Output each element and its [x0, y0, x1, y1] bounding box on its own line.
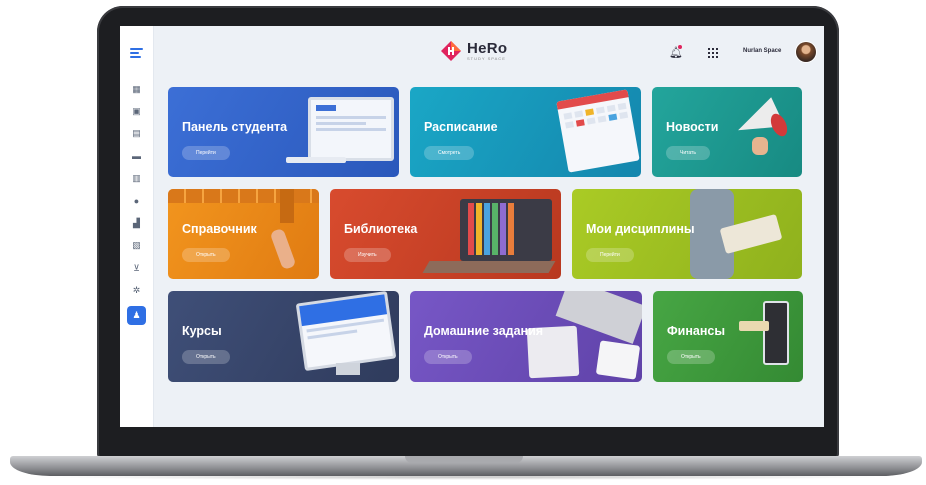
laptop-notch — [405, 456, 523, 463]
card-my-disciplines[interactable]: Мои дисциплины Перейти — [572, 189, 802, 279]
card-hand-illustration — [739, 321, 769, 331]
card-reference[interactable]: Справочник Открыть — [168, 189, 319, 279]
card-title: Справочник — [182, 222, 257, 236]
user-name[interactable]: Nurlan Space — [743, 48, 781, 54]
card-button[interactable]: Открыть — [182, 248, 230, 262]
card-title: Библиотека — [344, 222, 418, 236]
logo[interactable]: HeRo STUDY SPACE — [440, 40, 507, 62]
card-button[interactable]: Перейти — [586, 248, 634, 262]
card-button[interactable]: Открыть — [182, 350, 230, 364]
card-button[interactable]: Открыть — [424, 350, 472, 364]
profile-icon[interactable]: ♟ — [127, 306, 146, 325]
stats-icon[interactable]: ▟ — [130, 217, 143, 230]
dashboard-icon[interactable]: ▦ — [130, 83, 143, 96]
logo-title: HeRo — [467, 40, 508, 57]
hand-illustration — [752, 137, 768, 155]
binder-illustration — [280, 189, 294, 223]
card-title: Домашние задания — [424, 324, 544, 338]
book-icon[interactable]: ▬ — [130, 149, 143, 162]
app-screen: ▦ ▣ ▤ ▬ ▥ ● ▟ ▧ ⊻ ✲ ♟ HeRo STUDY SPACE 🔔… — [120, 26, 824, 427]
card-button[interactable]: Открыть — [667, 350, 715, 364]
card-title: Мои дисциплины — [586, 222, 695, 236]
top-bar: HeRo STUDY SPACE 🔔︎ Nurlan Space — [153, 26, 824, 82]
hand-illustration — [269, 227, 297, 271]
card-title: Новости — [666, 120, 719, 134]
laptop-illustration — [460, 199, 552, 261]
card-button[interactable]: Читать — [666, 146, 710, 160]
logo-subtitle: STUDY SPACE — [467, 56, 506, 61]
card-button[interactable]: Изучить — [344, 248, 391, 262]
monitor-illustration — [308, 97, 394, 161]
card-button[interactable]: Перейти — [182, 146, 230, 160]
card-title: Финансы — [667, 324, 726, 338]
keyboard-illustration — [286, 157, 346, 163]
card-library[interactable]: Библиотека Изучить — [330, 189, 561, 279]
card-title: Панель студента — [182, 120, 288, 134]
card-title: Расписание — [424, 120, 498, 134]
avatar[interactable] — [796, 42, 816, 62]
menu-icon[interactable] — [130, 48, 143, 58]
apps-grid-icon[interactable] — [708, 48, 718, 58]
notification-dot — [678, 45, 682, 49]
course-icon[interactable]: ● — [130, 194, 143, 207]
monitor-illustration — [763, 301, 789, 365]
cart-icon[interactable]: ⊻ — [130, 262, 143, 275]
card-schedule[interactable]: Расписание Смотреть — [410, 87, 641, 177]
card-homework[interactable]: Домашние задания Открыть — [410, 291, 642, 382]
logo-mark-icon — [440, 40, 462, 62]
keyboard-illustration — [422, 261, 556, 273]
news-icon[interactable]: ▤ — [130, 127, 143, 140]
calendar-illustration — [556, 89, 640, 173]
megaphone-bell-illustration — [767, 111, 791, 139]
library-icon[interactable]: ▥ — [130, 172, 143, 185]
paper-illustration — [595, 340, 641, 380]
monitor-stand-illustration — [336, 363, 360, 375]
card-student-panel[interactable]: Панель студента Перейти — [168, 87, 399, 177]
sidebar: ▦ ▣ ▤ ▬ ▥ ● ▟ ▧ ⊻ ✲ ♟ — [120, 26, 154, 427]
shelf-illustration — [168, 189, 319, 203]
monitor-illustration — [295, 291, 397, 372]
folder-icon[interactable]: ▧ — [130, 239, 143, 252]
card-finance[interactable]: Финансы Открыть — [653, 291, 803, 382]
card-button[interactable]: Смотреть — [424, 146, 475, 160]
card-courses[interactable]: Курсы Открыть — [168, 291, 399, 382]
card-title: Курсы — [182, 324, 222, 338]
calendar-icon[interactable]: ▣ — [130, 105, 143, 118]
settings-icon[interactable]: ✲ — [130, 284, 143, 297]
card-news[interactable]: Новости Читать — [652, 87, 802, 177]
